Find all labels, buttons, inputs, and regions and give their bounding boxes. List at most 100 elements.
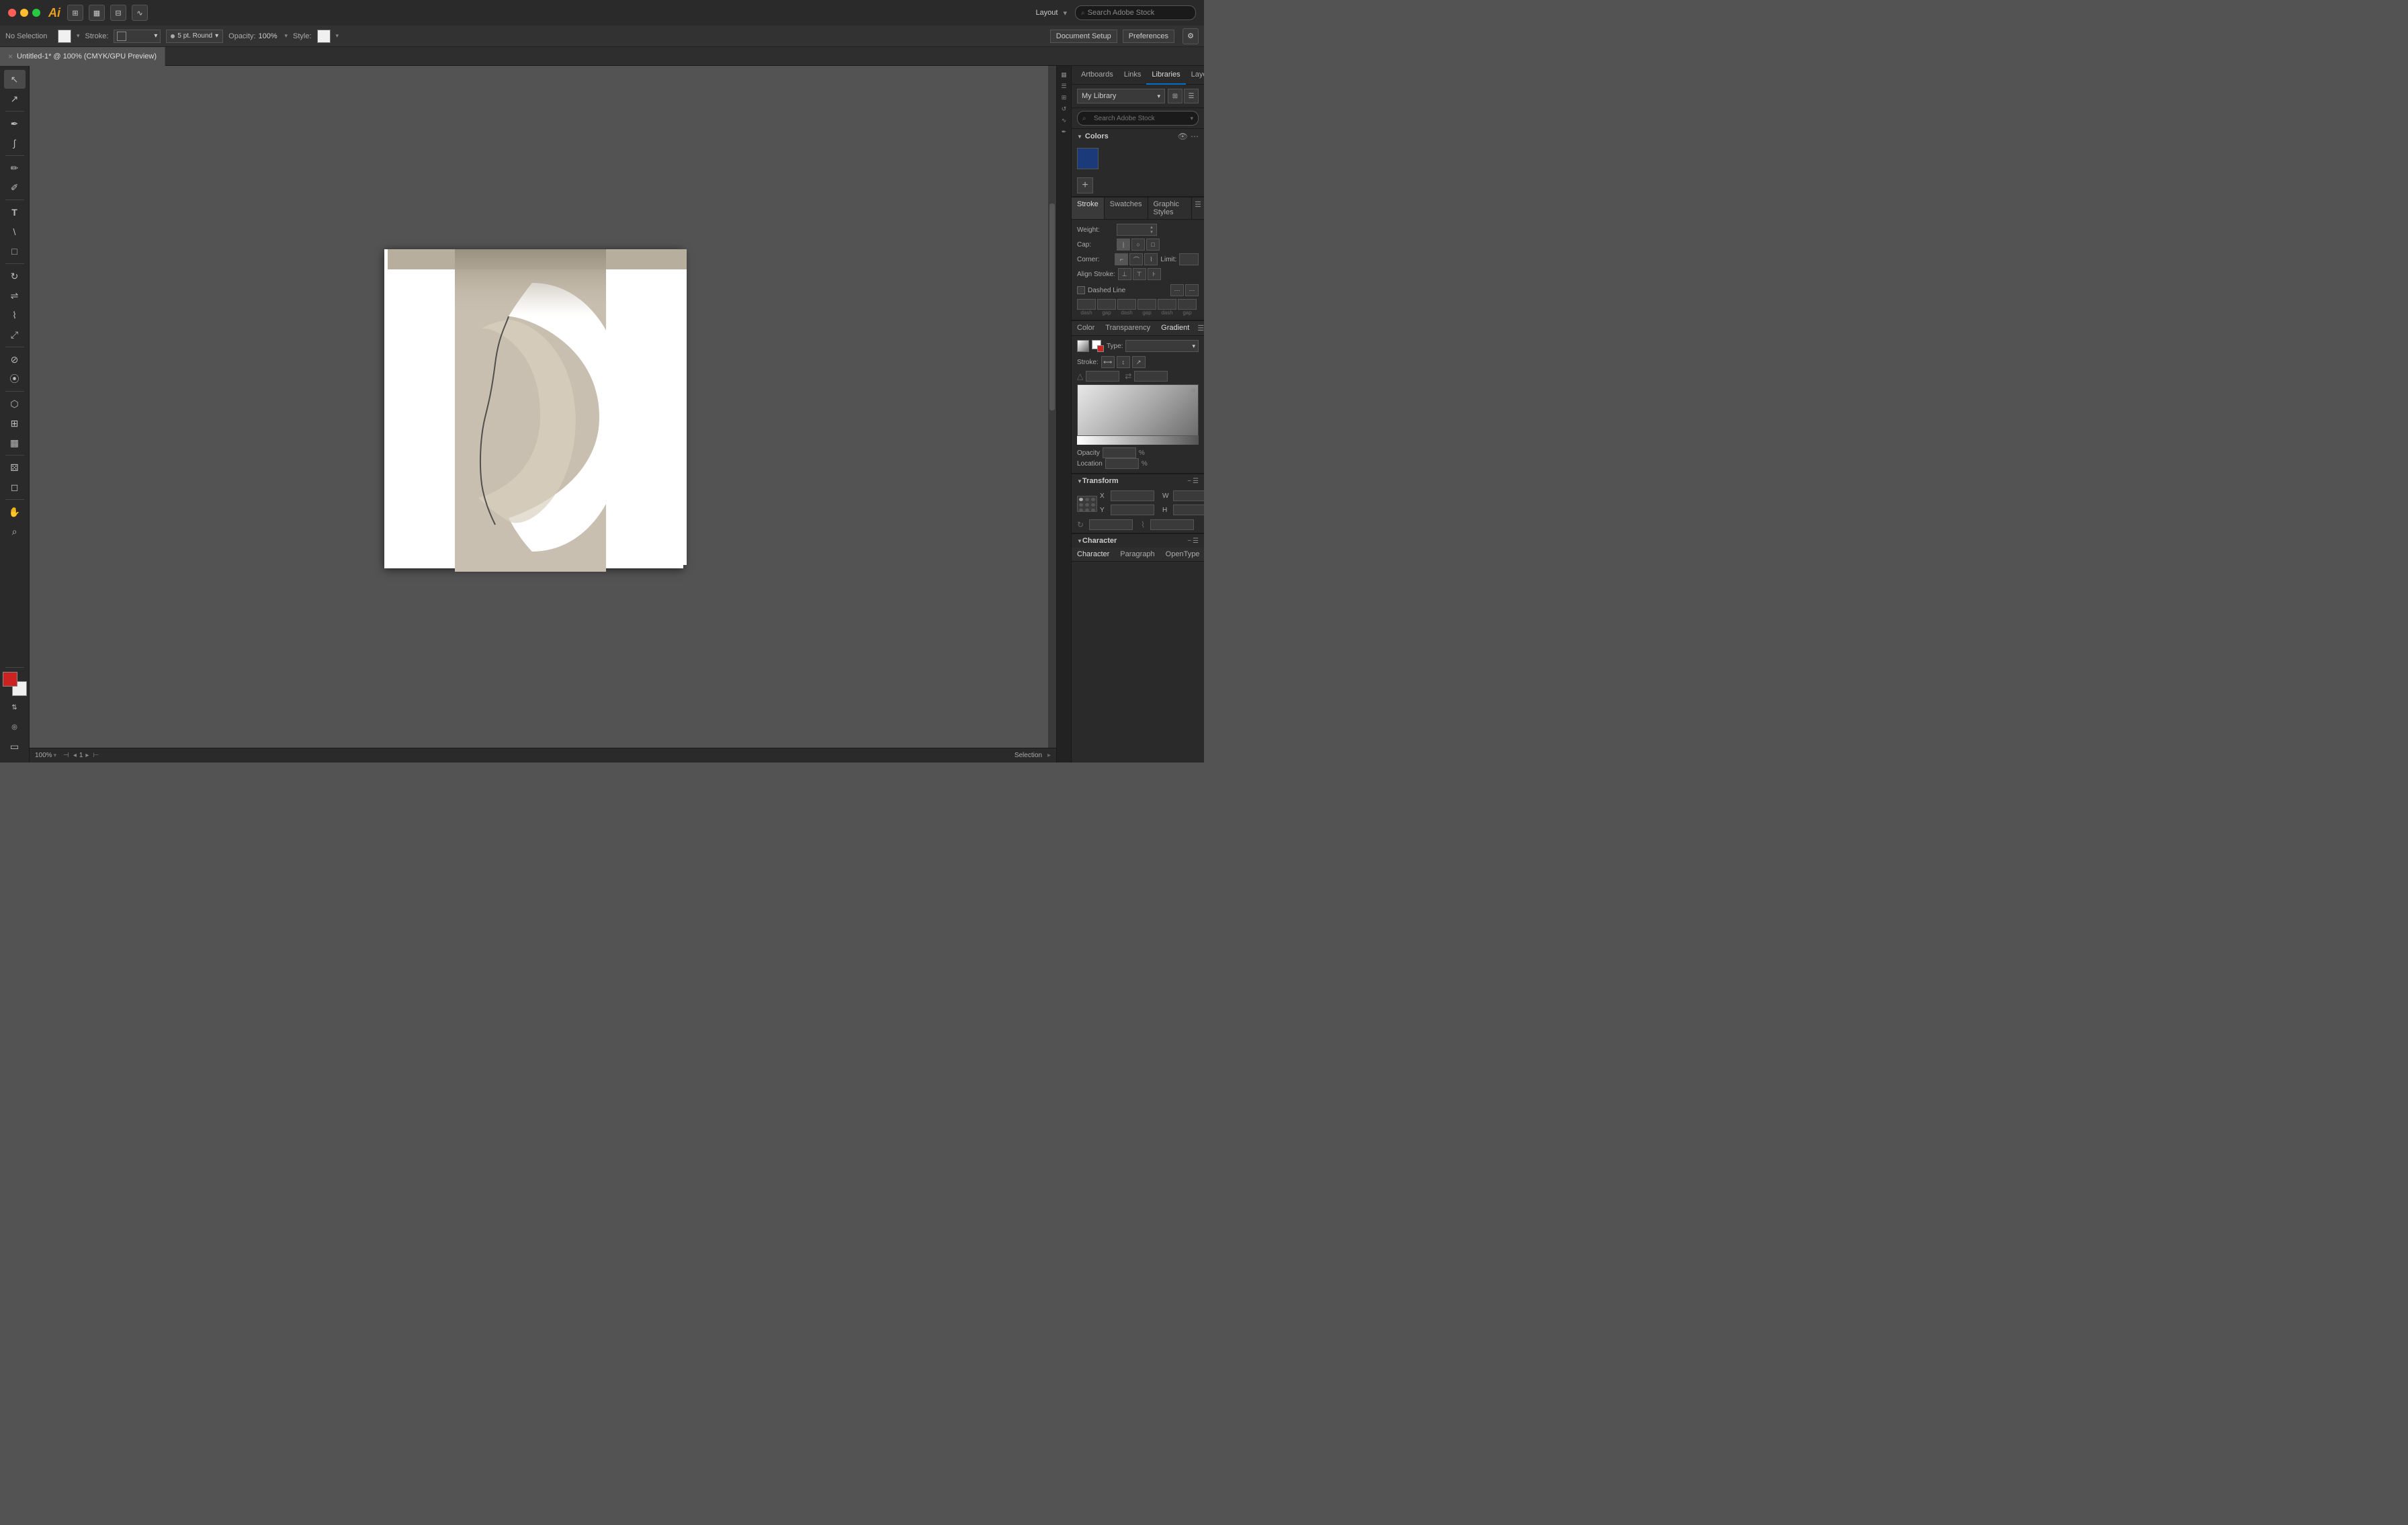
line-tool-btn[interactable]: \ xyxy=(4,222,26,241)
brush-stroke-icon[interactable]: ∿ xyxy=(132,5,148,21)
char-tab-character[interactable]: Character xyxy=(1072,548,1115,561)
transform-header[interactable]: ▼ Transform − ☰ xyxy=(1072,474,1204,488)
tab-links[interactable]: Links xyxy=(1119,66,1147,85)
blue-swatch[interactable] xyxy=(1077,148,1099,169)
shear-input[interactable] xyxy=(1150,519,1194,530)
char-expand-icon[interactable]: − xyxy=(1187,537,1191,545)
align-inside-btn[interactable]: ⊤ xyxy=(1133,268,1146,280)
zoom-arrow[interactable]: ▾ xyxy=(54,752,57,759)
cap-square-btn[interactable]: □ xyxy=(1146,238,1160,251)
rectangle-tool-btn[interactable]: □ xyxy=(4,242,26,261)
grid-view-btn[interactable]: ⊞ xyxy=(1168,89,1182,103)
nav-next[interactable]: ▸ xyxy=(84,752,90,759)
colors-menu-icon[interactable]: ⋯ xyxy=(1191,132,1199,141)
dashed-style-1[interactable]: ⋯ xyxy=(1170,284,1184,296)
add-item-button[interactable]: + xyxy=(1077,177,1093,193)
type-tool-btn[interactable]: T xyxy=(4,203,26,222)
document-tab[interactable]: × Untitled-1* @ 100% (CMYK/GPU Preview) xyxy=(0,47,165,66)
options-extra-icon[interactable]: ⚙ xyxy=(1182,28,1199,44)
zoom-tool-btn[interactable]: ⌕ xyxy=(4,522,26,541)
view-icon[interactable]: ⊟ xyxy=(110,5,126,21)
style-swatch[interactable] xyxy=(317,30,331,43)
transform-expand-icon[interactable]: − xyxy=(1187,478,1191,485)
vertical-scrollbar-thumb[interactable] xyxy=(1049,204,1055,410)
rotate-tool-btn[interactable]: ↻ xyxy=(4,267,26,286)
preferences-button[interactable]: Preferences xyxy=(1123,30,1174,43)
cap-butt-btn[interactable]: | xyxy=(1117,238,1130,251)
tab-close-icon[interactable]: × xyxy=(8,52,13,61)
pencil-tool-btn[interactable]: ✐ xyxy=(4,178,26,197)
gradient-fill-swatch[interactable] xyxy=(1077,340,1089,352)
gradient-opacity-input[interactable] xyxy=(1103,447,1136,458)
sub-panel-options-icon[interactable]: ☰ xyxy=(1192,198,1204,219)
x-input[interactable] xyxy=(1111,490,1154,501)
reflect-tool-btn[interactable]: ⇌ xyxy=(4,286,26,305)
gap-2-input[interactable] xyxy=(1137,299,1156,310)
rotation-input[interactable] xyxy=(1089,519,1133,530)
mesh-tool-btn[interactable]: ⊞ xyxy=(4,414,26,433)
hand-tool-btn[interactable]: ✋ xyxy=(4,503,26,521)
panel-icon-5[interactable]: ∿ xyxy=(1060,116,1069,125)
status-arrow-icon[interactable]: ▸ xyxy=(1047,752,1051,759)
artboard-tool-btn[interactable]: ▭ xyxy=(4,737,26,756)
vertical-scrollbar[interactable] xyxy=(1048,66,1056,754)
char-tab-paragraph[interactable]: Paragraph xyxy=(1115,548,1160,561)
style-arrow[interactable]: ▾ xyxy=(336,32,339,40)
stroke-grad-btn-1[interactable]: ⟷ xyxy=(1101,356,1115,368)
gap-3-input[interactable] xyxy=(1178,299,1197,310)
search-clear-arrow[interactable]: ▾ xyxy=(1190,115,1193,122)
gradient-expand-icon[interactable]: ⊕ xyxy=(1191,387,1196,394)
live-paint-btn[interactable]: ⬡ xyxy=(4,394,26,413)
limit-input[interactable] xyxy=(1179,253,1199,265)
selection-tool-btn[interactable]: ↖ xyxy=(4,70,26,89)
dash-3-input[interactable] xyxy=(1158,299,1176,310)
h-input[interactable] xyxy=(1173,505,1204,515)
stroke-grad-btn-3[interactable]: ↗ xyxy=(1132,356,1146,368)
nav-last[interactable]: ⊢ xyxy=(91,752,100,759)
search-stock-input[interactable] xyxy=(1077,111,1199,126)
w-input[interactable] xyxy=(1173,490,1204,501)
chart-tool-btn[interactable]: ▦ xyxy=(4,433,26,452)
gradient-location-input[interactable] xyxy=(1105,458,1139,469)
library-dropdown[interactable]: My Library ▾ xyxy=(1077,89,1165,103)
close-button[interactable] xyxy=(8,9,16,17)
color-tab[interactable]: Color xyxy=(1072,321,1100,335)
char-options-icon[interactable]: ☰ xyxy=(1193,537,1199,545)
colors-visibility-icon[interactable]: 👁 xyxy=(1178,132,1188,141)
gradient-slider[interactable] xyxy=(1077,435,1199,445)
y-input[interactable] xyxy=(1111,505,1154,515)
eyedropper-tool-btn[interactable]: ⊘ xyxy=(4,350,26,369)
gradient-angle-input[interactable] xyxy=(1086,371,1119,382)
dashed-style-2[interactable]: ⋯ xyxy=(1185,284,1199,296)
char-tab-opentype[interactable]: OpenType xyxy=(1160,548,1204,561)
dash-1-input[interactable] xyxy=(1077,299,1096,310)
doc-setup-button[interactable]: Document Setup xyxy=(1050,30,1117,43)
weight-stepper[interactable]: ▲ ▼ xyxy=(1150,226,1154,234)
corner-round-btn[interactable]: ⌒ xyxy=(1129,253,1143,265)
brush-selector[interactable]: 5 pt. Round ▾ xyxy=(166,30,223,43)
arrange-icon[interactable]: ⊞ xyxy=(67,5,83,21)
corner-bevel-btn[interactable]: ⌇ xyxy=(1144,253,1158,265)
blend-tool-btn[interactable]: ⦿ xyxy=(4,369,26,388)
layout-arrow[interactable]: ▾ xyxy=(1063,9,1067,17)
list-view-btn[interactable]: ☰ xyxy=(1184,89,1199,103)
colors-section-header[interactable]: ▼ Colors 👁 ⋯ xyxy=(1072,129,1204,144)
search-stock-bar[interactable]: ⌕ Search Adobe Stock xyxy=(1075,5,1196,20)
width-tool-btn[interactable]: ⤢ xyxy=(4,325,26,344)
stroke-selector[interactable]: ▾ xyxy=(114,30,161,43)
eraser-tool-btn[interactable]: ◻ xyxy=(4,478,26,496)
swap-colors-btn[interactable]: ⇅ xyxy=(4,698,26,717)
opacity-arrow[interactable]: ▾ xyxy=(285,32,288,40)
graphic-styles-tab[interactable]: Graphic Styles xyxy=(1148,198,1193,219)
weight-input[interactable]: ▲ ▼ xyxy=(1117,224,1157,236)
dashed-checkbox[interactable] xyxy=(1077,286,1085,294)
curvature-tool-btn[interactable]: ∫ xyxy=(4,134,26,152)
fill-arrow[interactable]: ▾ xyxy=(77,32,80,40)
foreground-color[interactable] xyxy=(3,672,17,687)
stroke-grad-btn-2[interactable]: ↕ xyxy=(1117,356,1130,368)
tab-artboards[interactable]: Artboards xyxy=(1076,66,1119,85)
tab-layers[interactable]: Layers xyxy=(1186,66,1204,85)
align-outside-btn[interactable]: ⊦ xyxy=(1148,268,1161,280)
transform-reference-point[interactable] xyxy=(1077,496,1097,512)
type-dropdown[interactable]: ▾ xyxy=(1125,340,1199,352)
